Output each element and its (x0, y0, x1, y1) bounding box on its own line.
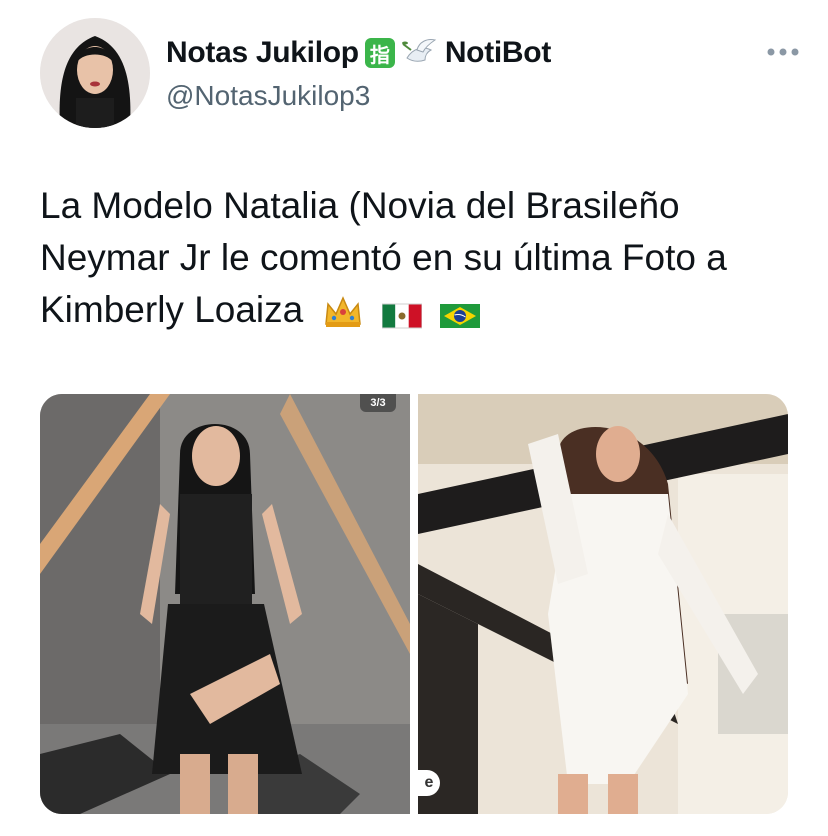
photo-left[interactable]: 3/3 (40, 394, 410, 814)
crown-icon (322, 292, 364, 344)
avatar-photo (40, 18, 150, 128)
bot-name: NotiBot (444, 36, 552, 69)
more-options-icon[interactable] (766, 44, 800, 56)
dove-icon (401, 36, 439, 70)
name-row: Notas Jukilop 指 NotiBot (166, 36, 551, 70)
avatar[interactable] (40, 18, 150, 128)
display-name[interactable]: Notas Jukilop (166, 36, 359, 70)
tweet-header: Notas Jukilop 指 NotiBot @NotasJukilop3 (40, 18, 800, 130)
mexico-flag-icon (381, 292, 423, 344)
photo-right-image (418, 394, 788, 814)
tweet-text: La Modelo Natalia (Novia del Brasileño N… (40, 180, 800, 344)
photo-left-image (40, 394, 410, 814)
photo-right[interactable]: e (418, 394, 788, 814)
finger-badge-icon: 指 (364, 38, 395, 68)
tweet-media[interactable]: 3/3 e (40, 394, 788, 814)
handle[interactable]: @NotasJukilop3 (166, 80, 370, 112)
photo-counter-badge: 3/3 (360, 394, 396, 412)
brazil-flag-icon (440, 292, 481, 344)
